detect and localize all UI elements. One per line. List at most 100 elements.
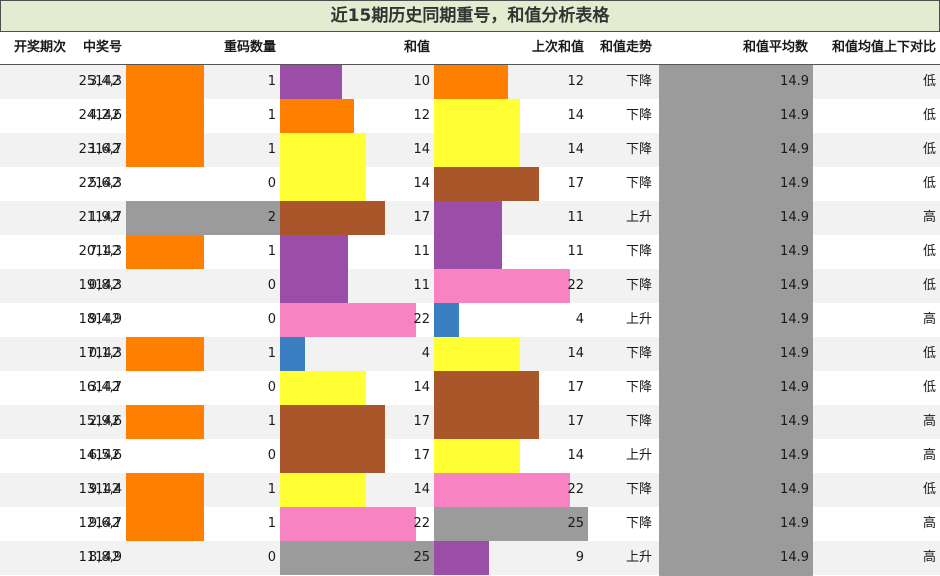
prev-sum-bar (434, 99, 520, 133)
cell-compare: 高 (922, 210, 936, 225)
header-period[interactable]: 开奖期次 (0, 32, 70, 64)
cell-compare: 低 (922, 142, 936, 157)
cell-trend: 上升 (625, 550, 652, 565)
header-compare[interactable]: 和值均值上下对比 (812, 32, 940, 64)
cell-prev-sum: 22 (434, 269, 588, 303)
cell-repeat-count: 0 (126, 303, 280, 337)
table-row[interactable]: 18142 9,4,9 0 22 4 上升 14.9 高 (0, 303, 940, 337)
table-row[interactable]: 22142 5,6,3 0 14 17 下降 14.9 低 (0, 167, 940, 201)
cell-repeat-count: 2 (126, 201, 280, 235)
cell-numbers: 0,8,3 (88, 278, 122, 293)
cell-sum: 17 (280, 439, 434, 473)
prev-sum-bar (434, 371, 539, 405)
cell-sum: 10 (280, 65, 434, 99)
table-row[interactable]: 25142 3,4,3 1 10 12 下降 14.9 低 (0, 65, 940, 99)
repeat-value: 1 (267, 482, 276, 497)
repeat-value: 1 (267, 244, 276, 259)
table-row[interactable]: 21142 1,9,7 2 17 11 上升 14.9 高 (0, 201, 940, 235)
table-row[interactable]: 16142 3,4,7 0 14 17 下降 14.9 低 (0, 371, 940, 405)
cell-repeat-count: 0 (126, 371, 280, 405)
table-row[interactable]: 23142 1,6,7 1 14 14 下降 14.9 低 (0, 133, 940, 167)
header-numbers[interactable]: 中奖号 (70, 32, 126, 64)
table-body: 25142 3,4,3 1 10 12 下降 14.9 低 24142 4,2,6 1 12 14 下降 1… (0, 65, 940, 576)
table-row[interactable]: 14142 6,5,6 0 17 14 上升 14.9 高 (0, 439, 940, 473)
cell-repeat-count: 1 (126, 507, 280, 541)
header-sum[interactable]: 和值 (280, 32, 434, 64)
header-trend[interactable]: 和值走势 (588, 32, 656, 64)
cell-numbers: 7,1,3 (88, 244, 122, 259)
cell-compare: 低 (922, 482, 936, 497)
table-row[interactable]: 15142 2,9,6 1 17 17 下降 14.9 高 (0, 405, 940, 439)
cell-sum: 12 (280, 99, 434, 133)
table-row[interactable]: 12142 9,6,7 1 22 25 下降 14.9 高 (0, 507, 940, 541)
cell-prev-sum: 22 (434, 473, 588, 507)
prev-sum-bar (434, 269, 570, 303)
cell-prev-sum: 11 (434, 235, 588, 269)
header-repeat-count[interactable]: 重码数量 (126, 32, 280, 64)
repeat-bar (126, 201, 280, 235)
prev-sum-bar (434, 133, 520, 167)
cell-average: 14.9 (780, 312, 809, 327)
table-row[interactable]: 20142 7,1,3 1 11 11 下降 14.9 低 (0, 235, 940, 269)
sum-value: 17 (413, 210, 430, 225)
repeat-value: 0 (267, 448, 276, 463)
header-average[interactable]: 和值平均数 (656, 32, 812, 64)
prev-sum-bar (434, 303, 459, 337)
prev-sum-bar (434, 541, 489, 575)
repeat-bar (126, 405, 204, 439)
cell-sum: 22 (280, 507, 434, 541)
repeat-value: 1 (267, 516, 276, 531)
cell-average: 14.9 (780, 244, 809, 259)
sum-bar (280, 439, 385, 473)
cell-sum: 14 (280, 371, 434, 405)
prev-sum-value: 9 (575, 550, 584, 565)
prev-sum-value: 22 (567, 482, 584, 497)
repeat-bar (126, 99, 204, 133)
cell-compare: 低 (922, 108, 936, 123)
cell-repeat-count: 1 (126, 235, 280, 269)
cell-sum: 14 (280, 133, 434, 167)
table-row[interactable]: 17142 0,1,3 1 4 14 下降 14.9 低 (0, 337, 940, 371)
sum-bar (280, 133, 366, 167)
cell-sum: 11 (280, 269, 434, 303)
sum-value: 25 (413, 550, 430, 565)
cell-prev-sum: 14 (434, 439, 588, 473)
cell-numbers: 4,2,6 (88, 108, 122, 123)
cell-prev-sum: 9 (434, 541, 588, 575)
cell-sum: 11 (280, 235, 434, 269)
cell-average: 14.9 (780, 142, 809, 157)
table-row[interactable]: 24142 4,2,6 1 12 14 下降 14.9 低 (0, 99, 940, 133)
cell-trend: 下降 (625, 278, 652, 293)
cell-sum: 14 (280, 473, 434, 507)
cell-repeat-count: 0 (126, 269, 280, 303)
cell-prev-sum: 17 (434, 405, 588, 439)
prev-sum-bar (434, 337, 520, 371)
repeat-value: 1 (267, 414, 276, 429)
cell-trend: 下降 (625, 74, 652, 89)
prev-sum-bar (434, 167, 539, 201)
prev-sum-bar (434, 201, 502, 235)
sum-bar (280, 371, 366, 405)
cell-trend: 下降 (625, 516, 652, 531)
cell-sum: 17 (280, 201, 434, 235)
sum-bar (280, 65, 342, 99)
header-prev-sum[interactable]: 上次和值 (434, 32, 588, 64)
cell-prev-sum: 11 (434, 201, 588, 235)
cell-numbers: 8,8,9 (88, 550, 122, 565)
sum-value: 22 (413, 312, 430, 327)
table-row[interactable]: 11142 8,8,9 0 25 9 上升 14.9 高 (0, 541, 940, 575)
cell-numbers: 5,6,3 (88, 176, 122, 191)
cell-prev-sum: 12 (434, 65, 588, 99)
cell-numbers: 9,1,4 (88, 482, 122, 497)
cell-sum: 25 (280, 541, 434, 575)
cell-repeat-count: 0 (126, 541, 280, 575)
prev-sum-value: 12 (567, 74, 584, 89)
cell-repeat-count: 1 (126, 99, 280, 133)
cell-sum: 22 (280, 303, 434, 337)
cell-compare: 低 (922, 380, 936, 395)
sum-value: 17 (413, 414, 430, 429)
table-row[interactable]: 19142 0,8,3 0 11 22 下降 14.9 低 (0, 269, 940, 303)
prev-sum-bar (434, 473, 570, 507)
table-row[interactable]: 13142 9,1,4 1 14 22 下降 14.9 低 (0, 473, 940, 507)
cell-sum: 4 (280, 337, 434, 371)
